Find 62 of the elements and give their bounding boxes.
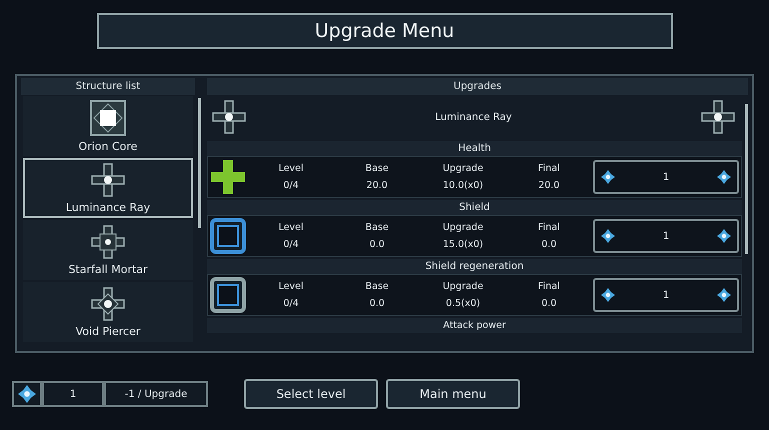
structure-item[interactable]: Luminance Ray bbox=[23, 158, 193, 218]
column-label: Base bbox=[365, 222, 389, 233]
column-label: Level bbox=[278, 163, 304, 174]
stat-title: Shield bbox=[459, 202, 490, 213]
menu-button[interactable]: Main menu bbox=[386, 379, 520, 409]
column-label: Final bbox=[538, 163, 560, 174]
stat-value: 0/4 bbox=[283, 239, 299, 250]
list-heading: Structure list bbox=[21, 78, 195, 95]
column-label: Base bbox=[365, 163, 389, 174]
stat-title: Health bbox=[458, 143, 491, 154]
column-label: Final bbox=[538, 222, 560, 233]
amount-value: 1 bbox=[662, 230, 670, 242]
column-label: Level bbox=[278, 222, 304, 233]
structure-name: Luminance Ray bbox=[435, 112, 512, 122]
crystal-icon bbox=[18, 385, 36, 403]
points-count: 1 bbox=[42, 381, 104, 407]
menu-button[interactable]: Select level bbox=[244, 379, 378, 409]
decrease-icon[interactable] bbox=[601, 170, 615, 184]
column-label: Upgrade bbox=[442, 163, 484, 174]
increase-icon[interactable] bbox=[717, 229, 731, 243]
stat-value: 0.0 bbox=[369, 239, 385, 250]
square-frame-icon bbox=[210, 277, 246, 313]
plus-icon bbox=[210, 159, 246, 195]
increase-icon[interactable] bbox=[717, 170, 731, 184]
stat-value: 0.0 bbox=[369, 298, 385, 309]
structure-item[interactable]: Starfall Mortar bbox=[23, 220, 193, 280]
column-label: Upgrade bbox=[442, 281, 484, 292]
core-structure-icon bbox=[89, 99, 127, 137]
increase-icon[interactable] bbox=[717, 288, 731, 302]
stat-title: Shield regeneration bbox=[425, 261, 524, 272]
stat-value: 0.0 bbox=[541, 239, 557, 250]
stat-value: 0.5(x0) bbox=[446, 298, 480, 309]
column-label: Final bbox=[538, 281, 560, 292]
structure-item[interactable]: Void Piercer bbox=[23, 282, 193, 342]
square-frame-icon bbox=[210, 218, 246, 254]
cross-turret-icon bbox=[700, 99, 736, 135]
stat-value: 0.0 bbox=[541, 298, 557, 309]
upgrades-heading: Upgrades bbox=[207, 78, 748, 95]
amount-value: 1 bbox=[662, 290, 670, 300]
decrease-icon[interactable] bbox=[601, 229, 615, 243]
stat-value: 10.0(x0) bbox=[442, 180, 484, 191]
window-title: Upgrade Menu bbox=[96, 13, 672, 49]
amount-stepper[interactable]: 1 bbox=[593, 160, 739, 194]
cross-turret-icon bbox=[211, 99, 247, 135]
cross-turret-icon bbox=[90, 286, 126, 322]
column-label: Base bbox=[365, 281, 389, 292]
cross-turret-icon bbox=[90, 162, 126, 198]
amount-stepper[interactable]: 1 bbox=[593, 278, 739, 312]
cross-turret-icon bbox=[90, 224, 126, 260]
stat-value: 20.0 bbox=[366, 180, 388, 191]
structure-item[interactable]: Orion Core bbox=[23, 96, 193, 156]
section-header: Attack power bbox=[207, 318, 742, 333]
stat-value: 20.0 bbox=[538, 180, 560, 191]
amount-value: 1 bbox=[662, 172, 670, 182]
column-label: Upgrade bbox=[442, 222, 484, 233]
column-label: Level bbox=[278, 281, 304, 292]
stat-value: 0/4 bbox=[283, 180, 299, 191]
upgrade-cost: -1 / Upgrade bbox=[104, 381, 208, 407]
stat-value: 0/4 bbox=[283, 298, 299, 309]
amount-stepper[interactable]: 1 bbox=[593, 219, 739, 253]
stat-value: 15.0(x0) bbox=[442, 239, 484, 250]
decrease-icon[interactable] bbox=[601, 288, 615, 302]
